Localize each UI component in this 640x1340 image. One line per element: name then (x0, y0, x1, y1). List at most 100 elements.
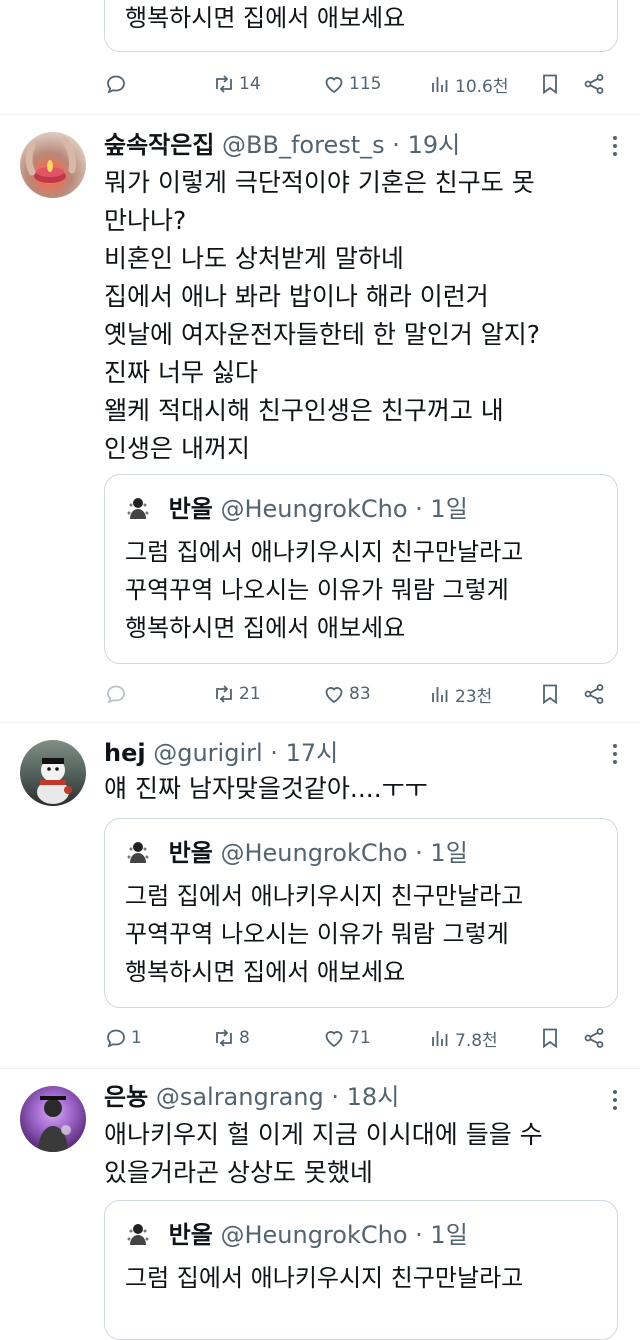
heart-icon (325, 1031, 343, 1048)
tweet-text: 애나키우지 헐 이게 지금 이시대에 들을 수 있을거라곤 상상도 못했네 (104, 1120, 543, 1187)
quoted-handle: @HeungrokCho (220, 839, 408, 867)
retweet-count: 21 (239, 684, 261, 704)
reply-button[interactable]: 1 (104, 1022, 142, 1054)
tweet[interactable]: 은뇽 @salrangrang · 18시 애나키우지 헐 이게 지금 이시대에… (0, 1068, 640, 1340)
reply-icon (107, 685, 125, 704)
bookmark-button[interactable] (538, 68, 562, 100)
tweet-text: 뭐가 이렇게 극단적이야 기혼은 친구도 못 만나나? 비혼인 나도 상처받게 … (104, 168, 541, 463)
views-count: 10.6천 (455, 76, 509, 97)
tweet[interactable]: 숲속작은집 @BB_forest_s · 19시 뭐가 이렇게 극단적이야 기혼… (0, 114, 640, 722)
views-button[interactable]: 23천 (428, 678, 492, 710)
display-name[interactable]: 은뇽 (104, 1083, 148, 1111)
quoted-handle: @HeungrokCho (220, 1221, 408, 1249)
more-options-icon[interactable] (612, 744, 618, 768)
quoted-display-name: 반올 (168, 1221, 213, 1249)
reply-button[interactable] (104, 678, 131, 710)
quoted-display-name: 반올 (168, 495, 213, 523)
tweet-header: 숲속작은집 @BB_forest_s · 19시 (104, 130, 460, 160)
separator-dot: · (415, 495, 423, 523)
reply-button[interactable] (104, 68, 131, 100)
separator-dot: · (415, 1221, 423, 1249)
quoted-text: 그럼 집에서 애나키우시지 친구만날라고 꾸역꾸역 나오시는 이유가 뭐람 그렇… (125, 882, 524, 986)
quoted-text: 그럼 집에서 애나키우시지 친구만날라고 꾸역꾸역 나오시는 이유가 뭐람 그렇… (125, 538, 524, 642)
tweet-actions: 1 8 71 7.8천 (104, 1022, 616, 1054)
separator-dot: · (415, 839, 423, 867)
quoted-avatar-icon (125, 1221, 151, 1255)
tweet-actions: 21 83 23천 (104, 678, 616, 710)
timestamp[interactable]: 18시 (347, 1083, 400, 1111)
reply-count: 1 (131, 1028, 142, 1048)
quoted-header: 반올 @HeungrokCho · 1일 (125, 1219, 468, 1255)
retweet-count: 14 (239, 74, 261, 94)
like-button[interactable]: 83 (322, 678, 371, 710)
quoted-display-name: 반올 (168, 839, 213, 867)
bookmark-icon (543, 684, 557, 705)
retweet-button[interactable]: 14 (212, 68, 261, 100)
timestamp[interactable]: 17시 (286, 739, 339, 767)
quoted-timestamp: 1일 (430, 495, 468, 523)
quoted-timestamp: 1일 (430, 1221, 468, 1249)
share-icon (584, 684, 604, 704)
avatar-figure-icon (38, 1096, 71, 1152)
quoted-avatar-icon (125, 495, 151, 529)
heart-icon (325, 77, 343, 94)
share-button[interactable] (582, 1022, 606, 1054)
like-button[interactable]: 115 (322, 68, 381, 100)
share-button[interactable] (582, 68, 606, 100)
tweet-actions: 14 115 10.6천 (104, 68, 616, 100)
avatar-candle-icon (25, 136, 76, 183)
like-count: 83 (349, 684, 371, 704)
share-icon (584, 1028, 604, 1048)
quoted-header: 반올 @HeungrokCho · 1일 (125, 837, 468, 873)
views-icon (432, 77, 448, 92)
views-icon (432, 687, 448, 702)
quoted-tweet[interactable]: 반올 @HeungrokCho · 1일 그럼 집에서 애나키우시지 친구만날라… (104, 474, 618, 664)
views-icon (432, 1031, 448, 1046)
retweet-button[interactable]: 8 (212, 1022, 250, 1054)
user-handle[interactable]: @salrangrang (156, 1083, 324, 1111)
quoted-handle: @HeungrokCho (220, 495, 408, 523)
heart-icon (325, 687, 343, 704)
display-name[interactable]: hej (104, 739, 146, 767)
views-button[interactable]: 7.8천 (428, 1022, 498, 1054)
timestamp[interactable]: 19시 (408, 131, 461, 159)
user-handle[interactable]: @BB_forest_s (222, 131, 385, 159)
reply-icon (107, 75, 125, 94)
retweet-icon (216, 685, 232, 703)
retweet-button[interactable]: 21 (212, 678, 261, 710)
quoted-tweet[interactable]: 행복하시면 집에서 애보세요 (104, 0, 618, 52)
retweet-count: 8 (239, 1028, 250, 1048)
quoted-avatar-icon (125, 839, 151, 873)
tweet-partial-top: 행복하시면 집에서 애보세요 14 115 10.6천 (0, 0, 640, 114)
separator-dot: · (392, 131, 400, 159)
bookmark-button[interactable] (538, 1022, 562, 1054)
tweet-text: 얘 진짜 남자맞을것같아....ㅜㅜ (104, 774, 428, 803)
views-count: 23천 (455, 686, 493, 707)
user-handle[interactable]: @gurigirl (153, 739, 262, 767)
like-count: 71 (349, 1028, 371, 1048)
more-options-icon[interactable] (612, 1090, 618, 1114)
retweet-icon (216, 75, 232, 93)
bookmark-button[interactable] (538, 678, 562, 710)
quoted-tweet[interactable]: 반올 @HeungrokCho · 1일 그럼 집에서 애나키우시지 친구만날라… (104, 818, 618, 1008)
quoted-timestamp: 1일 (430, 839, 468, 867)
like-count: 115 (349, 74, 382, 94)
avatar[interactable] (20, 1086, 86, 1152)
quoted-text: 그럼 집에서 애나키우시지 친구만날라고 (125, 1264, 524, 1292)
bookmark-icon (543, 74, 557, 95)
quoted-tweet[interactable]: 반올 @HeungrokCho · 1일 그럼 집에서 애나키우시지 친구만날라… (104, 1200, 618, 1340)
tweet-header: 은뇽 @salrangrang · 18시 (104, 1082, 399, 1112)
avatar-snowman-icon (37, 758, 72, 804)
avatar[interactable] (20, 132, 86, 198)
avatar[interactable] (20, 740, 86, 806)
more-options-icon[interactable] (612, 136, 618, 160)
share-button[interactable] (582, 678, 606, 710)
bookmark-icon (543, 1028, 557, 1049)
share-icon (584, 74, 604, 94)
like-button[interactable]: 71 (322, 1022, 371, 1054)
tweet[interactable]: hej @gurigirl · 17시 얘 진짜 남자맞을것같아....ㅜㅜ 반… (0, 722, 640, 1068)
reply-icon (107, 1029, 125, 1048)
views-button[interactable]: 10.6천 (428, 68, 509, 100)
display-name[interactable]: 숲속작은집 (104, 131, 214, 159)
separator-dot: · (270, 739, 278, 767)
